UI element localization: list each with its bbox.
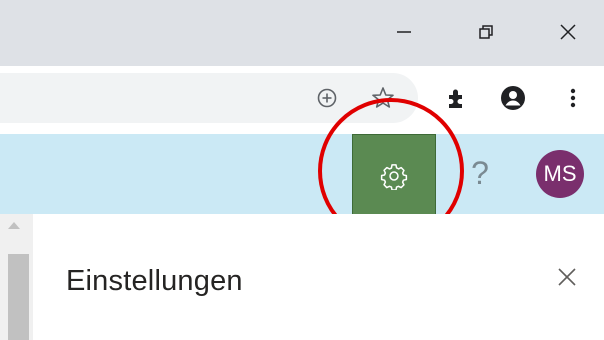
gear-icon: [380, 164, 408, 190]
close-icon: [560, 24, 576, 40]
scrollbar-thumb[interactable]: [8, 254, 29, 340]
profile-icon: [501, 86, 525, 110]
browser-titlebar: [0, 0, 604, 66]
browser-menu-button[interactable]: [556, 81, 590, 115]
profile-button[interactable]: [496, 81, 530, 115]
browser-toolbar: [0, 66, 604, 134]
restore-button[interactable]: [466, 14, 506, 50]
zoom-icon: [317, 88, 337, 108]
window-close-button[interactable]: [548, 14, 588, 50]
scroll-up-arrow-icon[interactable]: [8, 222, 20, 229]
app-header: [0, 134, 604, 214]
bookmark-star-icon: [372, 87, 394, 108]
minimize-button[interactable]: [384, 14, 424, 50]
zoom-button[interactable]: [310, 81, 344, 115]
address-bar[interactable]: [0, 73, 418, 123]
minimize-icon: [397, 31, 411, 33]
extensions-icon: [449, 89, 462, 108]
panel-close-button[interactable]: [552, 262, 582, 292]
settings-button[interactable]: [352, 134, 436, 218]
restore-icon: [479, 25, 493, 39]
panel-title: Einstellungen: [66, 265, 243, 297]
bookmark-button[interactable]: [366, 81, 400, 115]
close-icon: [558, 268, 576, 286]
more-vert-icon: [570, 88, 576, 108]
user-avatar[interactable]: MS: [536, 150, 584, 198]
help-button[interactable]: ?: [465, 150, 495, 196]
extensions-button[interactable]: [440, 81, 474, 115]
